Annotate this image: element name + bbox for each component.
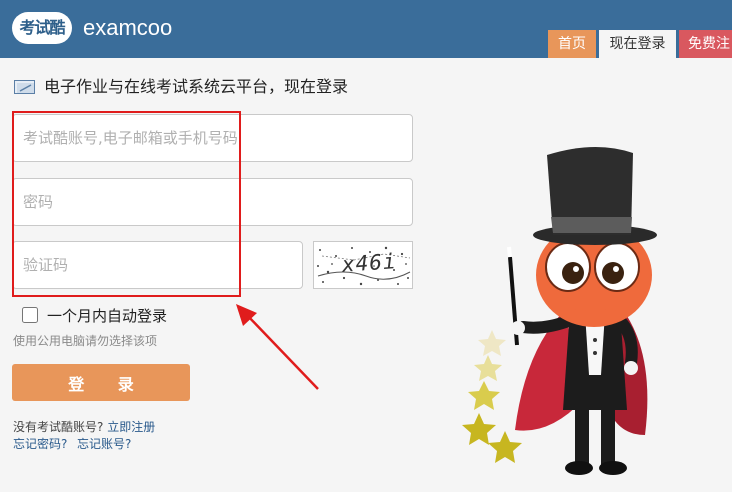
logo[interactable]: 考试酷 <box>12 12 72 44</box>
star-icon <box>462 330 522 463</box>
annotation-arrow <box>236 304 319 390</box>
register-link[interactable]: 立即注册 <box>107 420 155 434</box>
id-card-icon <box>14 80 35 94</box>
remember-label[interactable]: 一个月内自动登录 <box>47 307 167 325</box>
tab-home[interactable]: 首页 <box>548 30 596 58</box>
captcha-image[interactable]: x46i <box>313 241 413 289</box>
forgot-account-link[interactable]: 忘记账号? <box>77 436 131 452</box>
captcha-text: x46i <box>341 249 398 277</box>
forgot-password-link[interactable]: 忘记密码? <box>13 436 67 452</box>
public-computer-hint: 使用公用电脑请勿选择该项 <box>13 334 158 348</box>
no-account-line: 没有考试酷账号? 立即注册 <box>13 419 155 435</box>
tab-register[interactable]: 免费注 <box>679 30 732 58</box>
magician-mascot <box>462 146 657 475</box>
no-account-text: 没有考试酷账号? <box>13 420 104 434</box>
login-button[interactable]: 登 录 <box>12 364 190 401</box>
brand-name[interactable]: examcoo <box>83 13 172 43</box>
top-bar: 考试酷 examcoo 首页 现在登录 免费注 <box>0 0 732 58</box>
remember-checkbox[interactable] <box>22 307 38 323</box>
password-input[interactable] <box>12 178 413 226</box>
account-input[interactable] <box>12 114 413 162</box>
tab-login[interactable]: 现在登录 <box>599 30 676 58</box>
page-headline: 电子作业与在线考试系统云平台，现在登录 <box>44 77 349 96</box>
captcha-input[interactable] <box>12 241 303 289</box>
